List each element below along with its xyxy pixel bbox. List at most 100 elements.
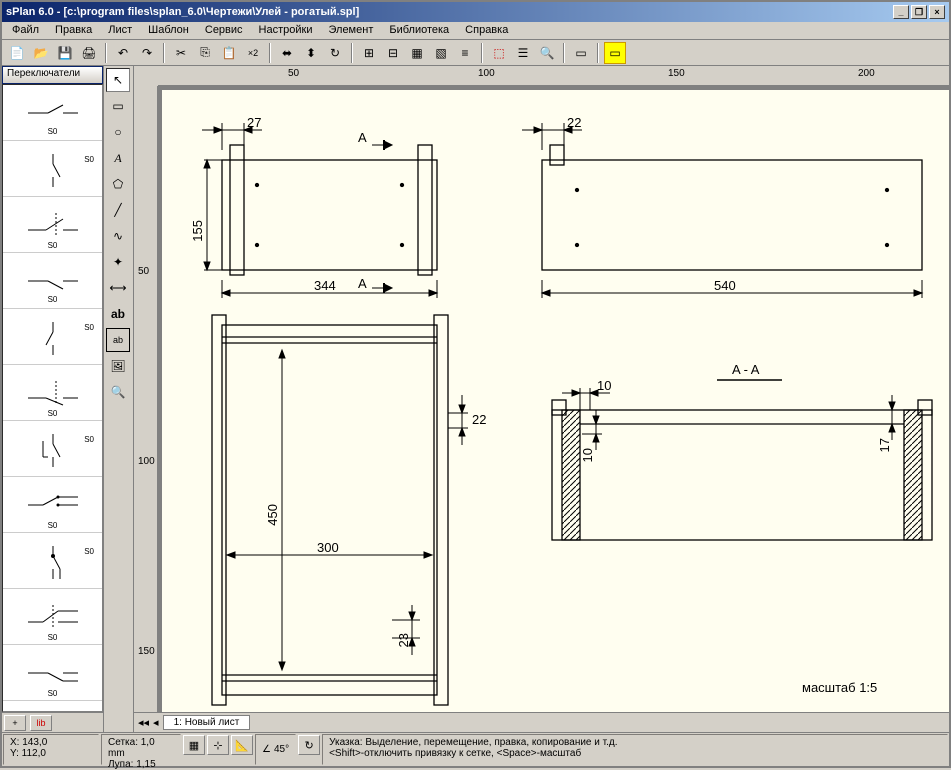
menu-edit[interactable]: Правка [47, 22, 100, 39]
refresh-button[interactable]: ↻ [298, 735, 320, 755]
palette-grid: S0 S0 S0 S0 S0 S0 S0 S0 S0 S0 S0 [2, 84, 103, 712]
paste2-button[interactable]: ×2 [242, 42, 264, 64]
dimension-tool[interactable]: ⟷ [106, 276, 130, 300]
menu-sheet[interactable]: Лист [100, 22, 140, 39]
menu-help[interactable]: Справка [457, 22, 516, 39]
text-tool[interactable]: ab [106, 302, 130, 326]
pointer-tool[interactable]: ↖ [106, 68, 130, 92]
separator [563, 43, 565, 63]
palette-lib-button[interactable]: lib [30, 715, 52, 731]
separator [351, 43, 353, 63]
new-button[interactable]: 📄 [6, 42, 28, 64]
dim-text: 450 [265, 504, 280, 526]
menu-template[interactable]: Шаблон [140, 22, 197, 39]
ruler-mark: 100 [138, 456, 155, 467]
mirror-v-button[interactable]: ⬍ [300, 42, 322, 64]
tab-nav-prev-icon[interactable]: ◂ [153, 716, 159, 729]
angle-icon: ∠ [262, 744, 271, 755]
highlight-button[interactable]: ▭ [604, 42, 626, 64]
title-bar: sPlan 6.0 - [c:\program files\splan_6.0\… [2, 2, 949, 22]
menu-file[interactable]: Файл [4, 22, 47, 39]
preview-button[interactable]: ▭ [570, 42, 592, 64]
cut-button[interactable]: ✂ [170, 42, 192, 64]
cursor-coords: X: 143,0 Y: 112,0 [3, 734, 99, 765]
palette-item[interactable]: S0 [3, 197, 102, 253]
sheet-tab[interactable]: 1: Новый лист [163, 715, 251, 730]
palette-item[interactable]: S0 [3, 421, 102, 477]
align-button[interactable]: ≡ [454, 42, 476, 64]
paste-button[interactable]: 📋 [218, 42, 240, 64]
redo-button[interactable]: ↷ [136, 42, 158, 64]
mirror-h-button[interactable]: ⬌ [276, 42, 298, 64]
minimize-button[interactable]: _ [893, 5, 909, 19]
palette-footer: + lib [2, 712, 103, 732]
menu-library[interactable]: Библиотека [381, 22, 457, 39]
sheet-tabs: ◂◂ ◂ 1: Новый лист [134, 712, 949, 732]
tab-nav-first-icon[interactable]: ◂◂ [138, 716, 149, 729]
palette-item[interactable]: S0 [3, 141, 102, 197]
drawing-page[interactable]: 27 A 22 155 344 A 540 22 A - A 10 10 17 … [162, 90, 949, 712]
copy-button[interactable]: ⎘ [194, 42, 216, 64]
ruler-mark: 50 [138, 266, 149, 277]
cursor-y: Y: 112,0 [10, 748, 92, 759]
palette-item[interactable]: S0 [3, 645, 102, 701]
canvas-area: 50 100 150 200 50 100 150 [134, 66, 949, 732]
back-button[interactable]: ▧ [430, 42, 452, 64]
guides-button[interactable]: 📐 [231, 735, 253, 755]
find-button[interactable]: 🔍 [536, 42, 558, 64]
menu-bar: Файл Правка Лист Шаблон Сервис Настройки… [2, 22, 949, 40]
label-tool[interactable]: ab [106, 328, 130, 352]
ellipse-tool[interactable]: A [106, 146, 130, 170]
ungroup-button[interactable]: ⊟ [382, 42, 404, 64]
save-button[interactable]: 💾 [54, 42, 76, 64]
palette-item[interactable]: S0 [3, 85, 102, 141]
front-button[interactable]: ▦ [406, 42, 428, 64]
dim-text: A - A [732, 362, 759, 377]
app-window: sPlan 6.0 - [c:\program files\splan_6.0\… [0, 0, 951, 768]
grid-value: Сетка: 1,0 mm [108, 737, 174, 759]
node-tool[interactable]: ✦ [106, 250, 130, 274]
palette-item[interactable]: S0 [3, 533, 102, 589]
close-button[interactable]: × [929, 5, 945, 19]
rect-tool[interactable]: ▭ [106, 94, 130, 118]
grid-status: Сетка: 1,0 mm Лупа: 1,15 [101, 734, 181, 765]
image-tool[interactable]: 🖼 [106, 354, 130, 378]
menu-settings[interactable]: Настройки [251, 22, 321, 39]
palette-item[interactable]: S0 [3, 365, 102, 421]
angle-value: 45° [274, 744, 289, 755]
zoom-tool[interactable]: 🔍 [106, 380, 130, 404]
menu-element[interactable]: Элемент [320, 22, 381, 39]
main-toolbar: 📄 📂 💾 🖨 ↶ ↷ ✂ ⎘ 📋 ×2 ⬌ ⬍ ↻ ⊞ ⊟ ▦ ▧ ≡ ⬚ ☰… [2, 40, 949, 66]
list-button[interactable]: ☰ [512, 42, 534, 64]
drawing-tools: ↖ ▭ ○ A ⬠ ╱ ∿ ✦ ⟷ ab ab 🖼 🔍 [104, 66, 134, 732]
palette-item[interactable]: S0 [3, 253, 102, 309]
undo-button[interactable]: ↶ [112, 42, 134, 64]
restore-button[interactable]: ❐ [911, 5, 927, 19]
palette-item[interactable]: S0 [3, 477, 102, 533]
select-rect-button[interactable]: ⬚ [488, 42, 510, 64]
menu-service[interactable]: Сервис [197, 22, 251, 39]
curve-tool[interactable]: ∿ [106, 224, 130, 248]
hint-cell: Указка: Выделение, перемещение, правка, … [322, 734, 948, 765]
print-button[interactable]: 🖨 [78, 42, 100, 64]
rotate-button[interactable]: ↻ [324, 42, 346, 64]
scale-text: масштаб 1:5 [802, 680, 877, 695]
palette-item[interactable]: S0 [3, 589, 102, 645]
dim-text: 344 [314, 278, 336, 293]
snap-toggle-button[interactable]: ⊹ [207, 735, 229, 755]
circle-tool[interactable]: ○ [106, 120, 130, 144]
palette-add-button[interactable]: + [4, 715, 26, 731]
group-button[interactable]: ⊞ [358, 42, 380, 64]
open-button[interactable]: 📂 [30, 42, 52, 64]
grid-toggle-button[interactable]: ▦ [183, 735, 205, 755]
palette-dropdown[interactable]: Переключатели [2, 66, 103, 84]
ruler-mark: 50 [288, 68, 299, 79]
polygon-tool[interactable]: ⬠ [106, 172, 130, 196]
angle-cell: ∠ 45° [255, 734, 296, 765]
line-tool[interactable]: ╱ [106, 198, 130, 222]
dim-text: A [358, 130, 367, 145]
component-palette: Переключатели S0 S0 S0 S0 S0 S0 S0 S0 S0… [2, 66, 104, 732]
canvas-viewport[interactable]: 27 A 22 155 344 A 540 22 A - A 10 10 17 … [158, 86, 949, 712]
palette-item[interactable]: S0 [3, 309, 102, 365]
dim-text: 22 [472, 412, 486, 427]
